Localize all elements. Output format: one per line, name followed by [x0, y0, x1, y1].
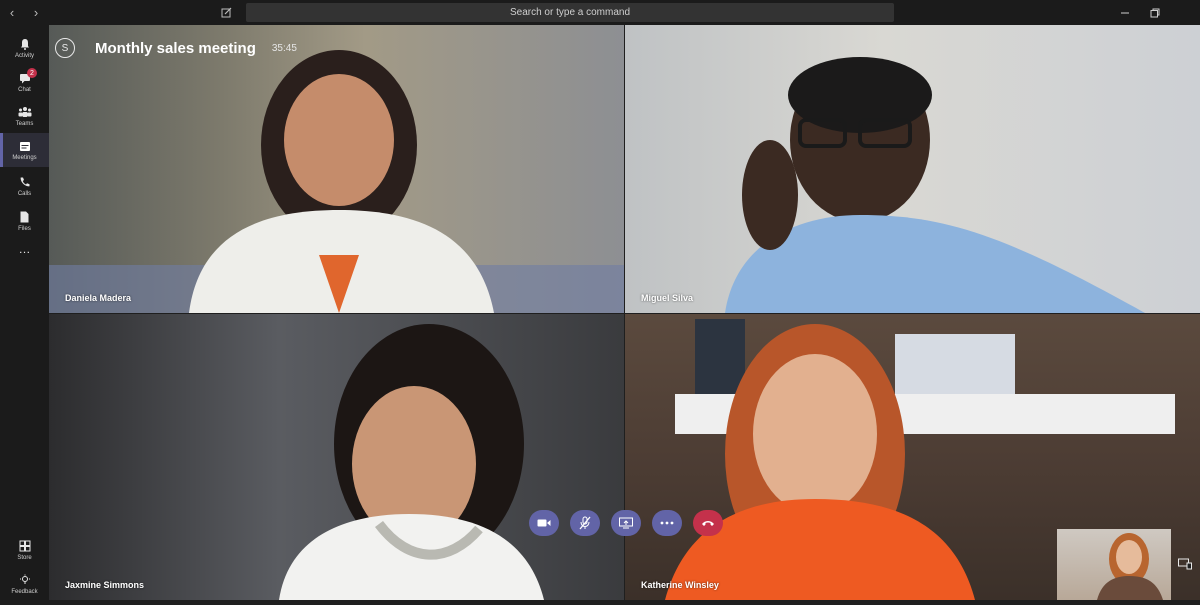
rail-item-files[interactable]: Files — [0, 204, 49, 238]
teams-icon — [18, 106, 32, 119]
bell-icon — [18, 38, 32, 51]
rail-label: Chat — [18, 86, 31, 93]
participant-name: Daniela Madera — [65, 293, 132, 303]
title-bar: ‹ › Search or type a command — [0, 0, 1200, 25]
participant-video-tile[interactable]: Daniela Madera — [49, 25, 624, 313]
compose-icon[interactable] — [218, 4, 234, 20]
camera-icon[interactable] — [529, 510, 559, 536]
rail-label: Meetings — [12, 154, 37, 161]
more-apps-glyph: … — [18, 242, 31, 256]
meeting-header: S Monthly sales meeting 35:45 — [55, 38, 297, 58]
rail-item-teams[interactable]: Teams — [0, 99, 49, 133]
self-view-video[interactable] — [1057, 529, 1171, 600]
app-rail: Activity 2 Chat Teams Meetings Calls Fil… — [0, 25, 49, 600]
restore-icon[interactable] — [1140, 0, 1170, 25]
rail-item-chat[interactable]: 2 Chat — [0, 65, 49, 99]
unread-badge: 2 — [27, 68, 37, 78]
share-screen-icon[interactable] — [611, 510, 641, 536]
rail-item-calls[interactable]: Calls — [0, 169, 49, 203]
feedback-icon — [18, 574, 32, 587]
forward-icon[interactable]: › — [24, 0, 48, 25]
participant-video-tile[interactable]: Jaxmine Simmons — [49, 314, 624, 600]
meeting-timer: 35:45 — [271, 42, 297, 54]
phone-icon — [18, 176, 32, 189]
minimize-icon[interactable] — [1110, 0, 1140, 25]
meeting-title: Monthly sales meeting — [95, 39, 256, 57]
mute-mic-icon[interactable] — [570, 510, 600, 536]
rail-label: Calls — [17, 190, 32, 197]
participant-video — [49, 50, 624, 313]
device-settings-icon[interactable] — [1177, 557, 1193, 571]
rail-label: Activity — [14, 52, 34, 59]
rail-label: Teams — [15, 120, 34, 127]
rail-item-meetings[interactable]: Meetings — [0, 133, 49, 167]
rail-label: Feedback — [11, 588, 38, 595]
participant-name: Katherine Winsley — [641, 580, 719, 590]
participant-name: Miguel Silva — [641, 293, 694, 303]
self-view-image — [1097, 533, 1163, 600]
rail-item-feedback[interactable]: Feedback — [0, 567, 49, 601]
store-icon — [18, 540, 32, 553]
call-controls — [529, 510, 723, 536]
calendar-icon — [18, 140, 32, 153]
rail-item-activity[interactable]: Activity — [0, 31, 49, 65]
rail-item-store[interactable]: Store — [0, 533, 49, 567]
rail-label: Files — [18, 225, 31, 232]
participant-video — [725, 57, 1145, 313]
participant-video — [279, 324, 544, 600]
hang-up-icon[interactable] — [693, 510, 723, 536]
file-icon — [18, 211, 32, 224]
participant-name: Jaxmine Simmons — [65, 580, 145, 590]
skype-icon: S — [55, 38, 75, 58]
rail-label: Store — [17, 554, 32, 561]
back-icon[interactable]: ‹ — [0, 0, 24, 25]
more-options-icon[interactable] — [652, 510, 682, 536]
participant-video-tile[interactable]: Miguel Silva — [625, 25, 1200, 313]
more-icon[interactable]: … — [0, 241, 49, 257]
search-input[interactable]: Search or type a command — [246, 3, 894, 22]
